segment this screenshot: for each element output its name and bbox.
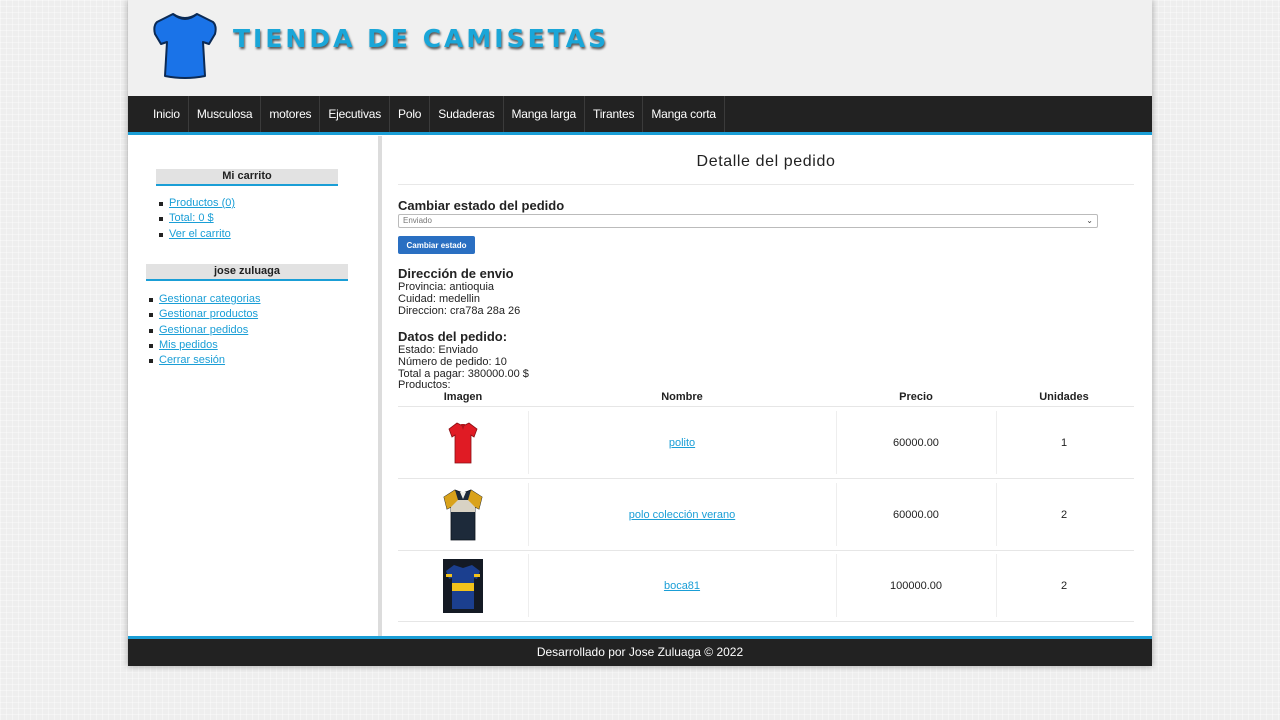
cart-links: Productos (0) Total: 0 $ Ver el carrito	[156, 196, 235, 242]
products-label: Productos:	[398, 379, 451, 391]
list-item: Total: 0 $	[156, 211, 235, 226]
table-row: polo colección verano 60000.00 2	[398, 479, 1134, 551]
boca-jersey-image	[443, 558, 483, 613]
status-select-value: Enviado	[403, 216, 432, 225]
product-image-cell	[398, 479, 528, 550]
table-row: polito 60000.00 1	[398, 407, 1134, 479]
list-item: Mis pedidos	[146, 338, 261, 353]
order-number: Número de pedido: 10	[398, 356, 507, 368]
site-footer: Desarrollado por Jose Zuluaga © 2022	[128, 636, 1152, 666]
tshirt-icon[interactable]	[153, 12, 217, 80]
menu-item-polo[interactable]: Polo	[390, 96, 431, 132]
product-image-cell	[398, 407, 528, 478]
list-item: Gestionar productos	[146, 307, 261, 322]
menu-item-sudaderas[interactable]: Sudaderas	[430, 96, 504, 132]
list-item: Cerrar sesión	[146, 353, 261, 368]
cart-block-title: Mi carrito	[156, 169, 338, 186]
view-cart-link[interactable]: Ver el carrito	[169, 228, 231, 240]
site-header: TIENDA DE CAMISETAS	[128, 0, 1152, 96]
footer-text: Desarrollado por Jose Zuluaga © 2022	[536, 645, 744, 659]
product-name-link[interactable]: boca81	[664, 580, 700, 592]
change-status-button[interactable]: Cambiar estado	[398, 236, 475, 254]
product-units: 1	[1060, 436, 1068, 449]
column-header-name: Nombre	[661, 391, 703, 403]
list-item: Productos (0)	[156, 196, 235, 211]
menu-item-ejecutivas[interactable]: Ejecutivas	[320, 96, 391, 132]
product-image-cell	[398, 550, 528, 621]
status-select[interactable]: Enviado ⌄	[398, 214, 1098, 228]
shipping-title: Dirección de envio	[398, 266, 514, 281]
list-item: Ver el carrito	[156, 227, 235, 242]
change-status-title: Cambiar estado del pedido	[398, 198, 565, 213]
product-price: 60000.00	[893, 508, 939, 521]
menu-item-manga-corta[interactable]: Manga corta	[643, 96, 725, 132]
divider	[398, 184, 1134, 185]
product-name-link[interactable]: polito	[669, 437, 695, 449]
order-data-title: Datos del pedido:	[398, 329, 508, 344]
list-item: Gestionar categorias	[146, 292, 261, 307]
order-status: Estado: Enviado	[398, 344, 479, 356]
my-orders-link[interactable]: Mis pedidos	[159, 339, 218, 351]
menu-item-manga-larga[interactable]: Manga larga	[504, 96, 586, 132]
shipping-address: Direccion: cra78a 28a 26	[398, 305, 521, 317]
user-block-title: jose zuluaga	[146, 264, 348, 281]
chevron-down-icon: ⌄	[1086, 216, 1093, 225]
menu-item-musculosa[interactable]: Musculosa	[189, 96, 262, 132]
column-header-image: Imagen	[443, 391, 483, 403]
product-units: 2	[1060, 579, 1068, 592]
list-item: Gestionar pedidos	[146, 323, 261, 338]
menu-item-motores[interactable]: motores	[261, 96, 321, 132]
cart-total-link[interactable]: Total: 0 $	[169, 212, 214, 224]
column-header-units: Unidades	[1039, 391, 1089, 403]
product-name-cell: polo colección verano	[528, 479, 836, 550]
shipping-province: Provincia: antioquia	[398, 281, 495, 293]
product-units: 2	[1060, 508, 1068, 521]
manage-categories-link[interactable]: Gestionar categorias	[159, 293, 261, 305]
cart-products-link[interactable]: Productos (0)	[169, 197, 235, 209]
column-header-price: Precio	[899, 391, 933, 403]
content-area: Mi carrito Productos (0) Total: 0 $ Ver …	[128, 136, 1152, 636]
product-price: 100000.00	[890, 579, 942, 592]
product-name-cell: boca81	[528, 550, 836, 621]
manage-orders-link[interactable]: Gestionar pedidos	[159, 324, 248, 336]
table-row: boca81 100000.00 2	[398, 550, 1134, 622]
red-polo-image	[448, 422, 478, 463]
admin-links: Gestionar categorias Gestionar productos…	[146, 292, 261, 368]
main-menu: Inicio Musculosa motores Ejecutivas Polo…	[128, 96, 1152, 135]
sidebar: Mi carrito Productos (0) Total: 0 $ Ver …	[128, 136, 382, 636]
product-name-link[interactable]: polo colección verano	[629, 509, 735, 521]
navy-polo-image	[443, 489, 483, 540]
manage-products-link[interactable]: Gestionar productos	[159, 308, 258, 320]
logout-link[interactable]: Cerrar sesión	[159, 354, 225, 366]
page-container: TIENDA DE CAMISETAS Inicio Musculosa mot…	[128, 0, 1152, 666]
shipping-city: Cuidad: medellin	[398, 293, 480, 305]
menu-item-inicio[interactable]: Inicio	[145, 96, 189, 132]
product-price: 60000.00	[893, 436, 939, 449]
menu-item-tirantes[interactable]: Tirantes	[585, 96, 644, 132]
product-name-cell: polito	[528, 407, 836, 478]
page-title: Detalle del pedido	[696, 153, 836, 170]
site-title: TIENDA DE CAMISETAS	[233, 24, 610, 53]
